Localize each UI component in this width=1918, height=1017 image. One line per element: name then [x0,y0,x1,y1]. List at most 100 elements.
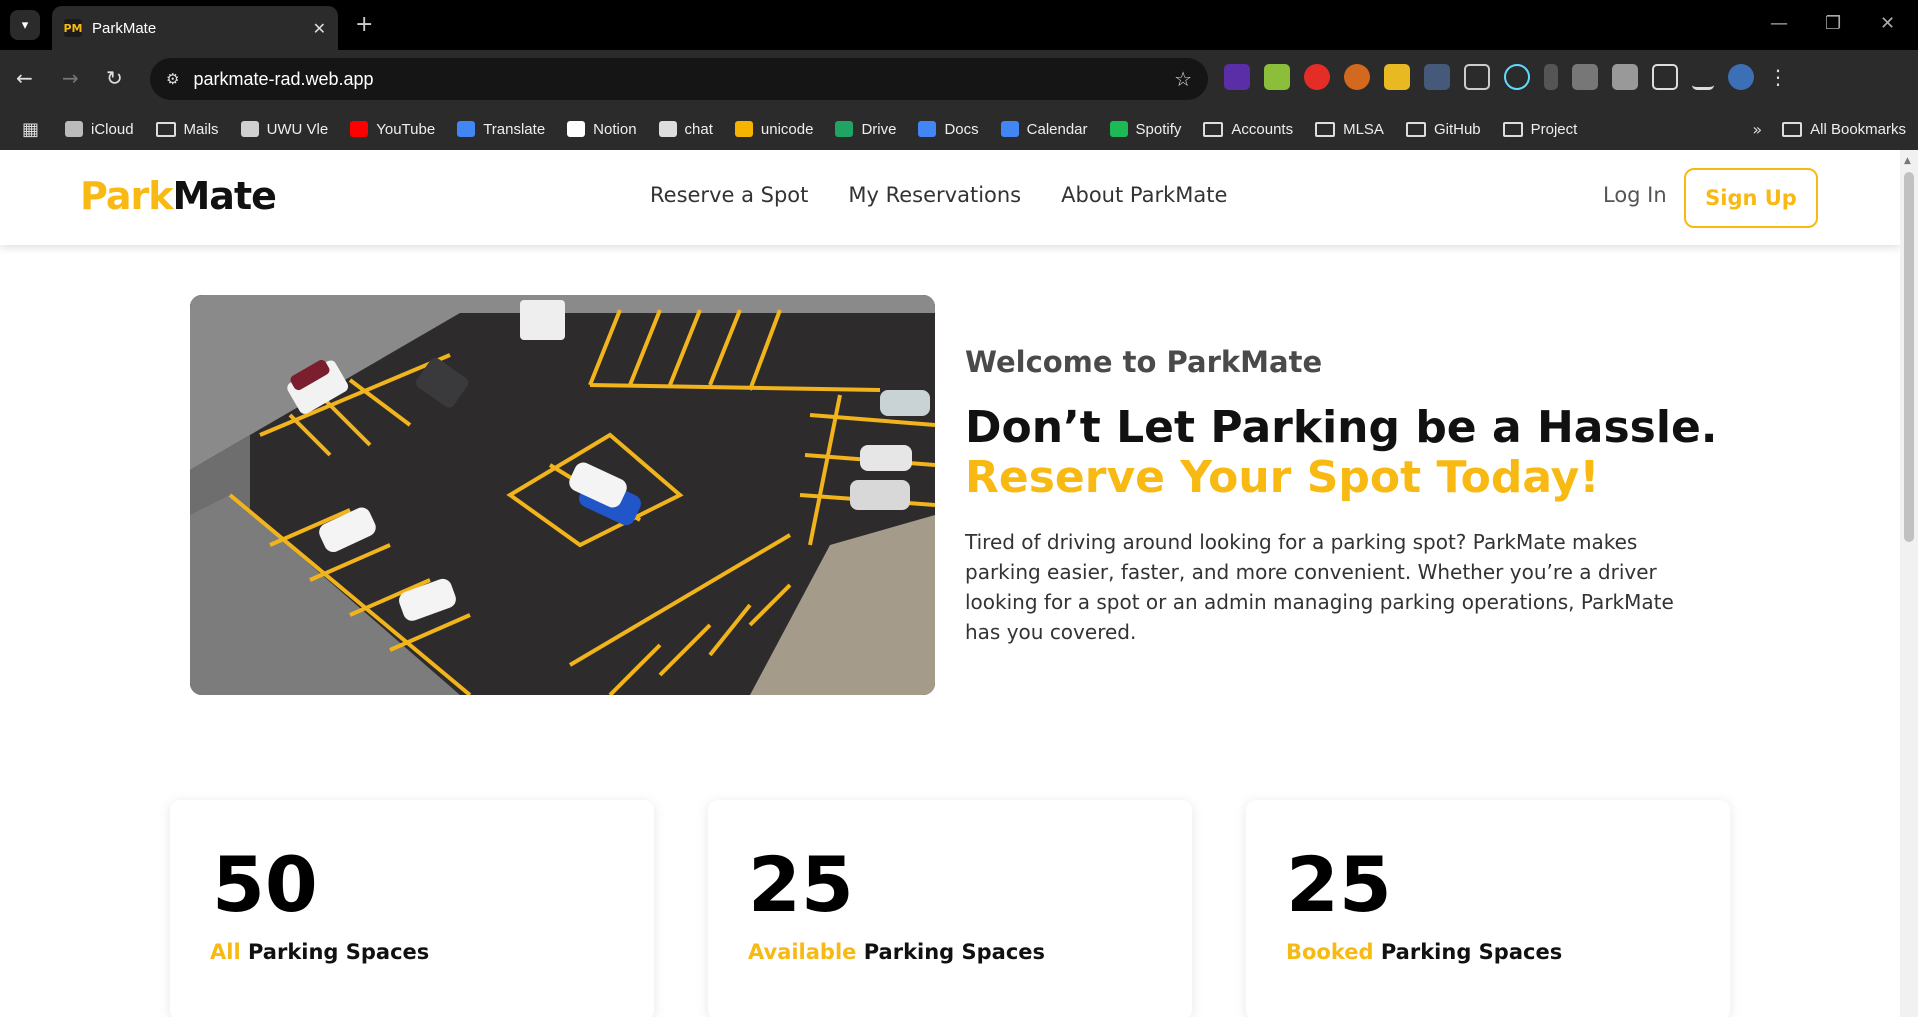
address-bar[interactable]: ⚙ parkmate-rad.web.app ☆ [150,58,1208,100]
folder-icon [1203,121,1224,137]
bookmark-label: iCloud [91,120,134,138]
bookmark-notion[interactable]: Notion [567,121,637,138]
site-info-icon[interactable]: ⚙ [166,70,179,88]
extension-icon[interactable] [1544,64,1558,90]
all-bookmarks[interactable]: All Bookmarks [1782,121,1906,138]
profile-avatar[interactable] [1728,64,1754,90]
bookmark-project[interactable]: Project [1502,121,1577,138]
nav-reserve-spot[interactable]: Reserve a Spot [650,183,808,207]
cookie-extension-icon[interactable] [1344,64,1370,90]
bookmark-drive[interactable]: Drive [835,121,896,138]
bookmark-chat[interactable]: chat [658,120,713,138]
drive-icon [835,121,854,137]
bookmark-mlsa[interactable]: MLSA [1315,121,1384,138]
all-bookmarks-label: All Bookmarks [1810,120,1906,138]
calendar-icon [1000,121,1019,137]
stat-label: Available Parking Spaces [748,940,1045,964]
bookmark-label: MLSA [1343,120,1384,138]
extension-icon[interactable] [1572,64,1598,90]
folder-icon [1405,121,1426,137]
site-header: ParkMate Reserve a Spot My Reservations … [0,150,1900,245]
spotify-icon [1109,121,1128,137]
folder-icon [155,121,176,137]
new-tab-button[interactable]: + [355,12,373,37]
close-window-icon[interactable]: ✕ [1880,13,1895,34]
extension-icon[interactable] [1224,64,1250,90]
more-bookmarks-icon[interactable]: » [1752,120,1762,139]
tab-favicon: PM [64,19,83,37]
bookmark-accounts[interactable]: Accounts [1203,121,1293,138]
stat-value: 25 [1286,840,1392,929]
bookmark-label: Accounts [1231,120,1294,138]
back-icon[interactable]: ← [16,66,33,90]
stat-label: Booked Parking Spaces [1286,940,1562,964]
close-tab-icon[interactable]: ✕ [313,19,326,38]
bookmark-label: Spotify [1135,120,1182,138]
bookmark-calendar[interactable]: Calendar [1000,121,1088,138]
stat-label: All Parking Spaces [210,940,429,964]
bookmark-label: Mails [183,120,219,138]
folder-icon [1502,121,1523,137]
bookmark-unicode[interactable]: unicode [734,120,814,138]
bookmark-github[interactable]: GitHub [1405,121,1481,138]
stat-card-booked: 25 Booked Parking Spaces [1246,800,1730,1017]
folder-icon [1782,121,1803,137]
reload-icon[interactable]: ↻ [106,66,123,90]
hero-text: Welcome to ParkMate Don’t Let Parking be… [965,345,1725,647]
bookmark-docs[interactable]: Docs [918,120,979,138]
url-text[interactable]: parkmate-rad.web.app [193,69,1174,90]
stat-value: 25 [748,840,854,929]
extensions-puzzle-icon[interactable] [1652,64,1678,90]
stat-card-available: 25 Available Parking Spaces [708,800,1192,1017]
tab-search-button[interactable]: ▾ [10,10,40,40]
stat-highlight: All [210,940,241,964]
extension-icon[interactable] [1612,64,1638,90]
hero-headline-accent: Reserve Your Spot Today! [965,452,1600,503]
main-nav: Reserve a Spot My Reservations About Par… [650,183,1227,207]
stat-value: 50 [212,840,318,929]
bookmark-translate[interactable]: Translate [457,121,545,138]
uwu-icon [240,121,259,137]
bookmark-uwu-vle[interactable]: UWU Vle [240,121,328,138]
logo-mate: Mate [172,174,276,218]
bookmark-label: Translate [483,120,546,138]
browser-tab[interactable]: PM ParkMate ✕ [52,6,338,50]
stat-card-all: 50 All Parking Spaces [170,800,654,1017]
stat-highlight: Available [748,940,857,964]
welcome-heading: Welcome to ParkMate [965,345,1323,379]
bookmark-youtube[interactable]: YouTube [350,121,435,138]
parkmate-logo[interactable]: ParkMate [80,174,277,218]
forward-icon[interactable]: → [62,66,79,90]
browser-menu-icon[interactable]: ⋮ [1768,65,1788,89]
extension-icon[interactable] [1384,64,1410,90]
docs-icon [918,121,937,137]
bookmark-icloud[interactable]: iCloud [65,121,134,138]
bookmark-label: unicode [760,120,814,138]
hero-description: Tired of driving around looking for a pa… [965,530,1674,644]
minimize-icon[interactable]: — [1770,13,1788,34]
signup-button[interactable]: Sign Up [1684,168,1818,228]
login-link[interactable]: Log In [1603,183,1667,207]
restore-icon[interactable]: ❐ [1825,13,1841,34]
web-page: ParkMate Reserve a Spot My Reservations … [0,150,1900,1017]
scroll-up-arrow-icon[interactable]: ▲ [1904,156,1911,166]
scrollbar-thumb[interactable] [1904,172,1914,542]
bookmark-star-icon[interactable]: ☆ [1174,67,1192,91]
apps-grid-icon[interactable]: ▦ [22,119,39,140]
translate-icon [457,121,476,137]
extension-icon[interactable] [1424,64,1450,90]
download-icon[interactable] [1692,64,1714,90]
extension-icon[interactable] [1264,64,1290,90]
bookmark-mails[interactable]: Mails [155,120,219,138]
bookmark-label: chat [684,120,713,138]
extension-icon[interactable] [1304,64,1330,90]
nav-my-reservations[interactable]: My Reservations [848,183,1021,207]
page-scrollbar[interactable]: ▲ [1900,150,1918,1017]
bookmark-label: Docs [944,120,979,138]
image-extension-icon[interactable] [1464,64,1490,90]
bookmark-spotify[interactable]: Spotify [1109,120,1182,138]
react-devtools-icon[interactable] [1504,64,1530,90]
nav-about[interactable]: About ParkMate [1061,183,1227,207]
stat-label-text: Parking Spaces [1373,940,1563,964]
bookmark-label: Drive [861,120,897,138]
